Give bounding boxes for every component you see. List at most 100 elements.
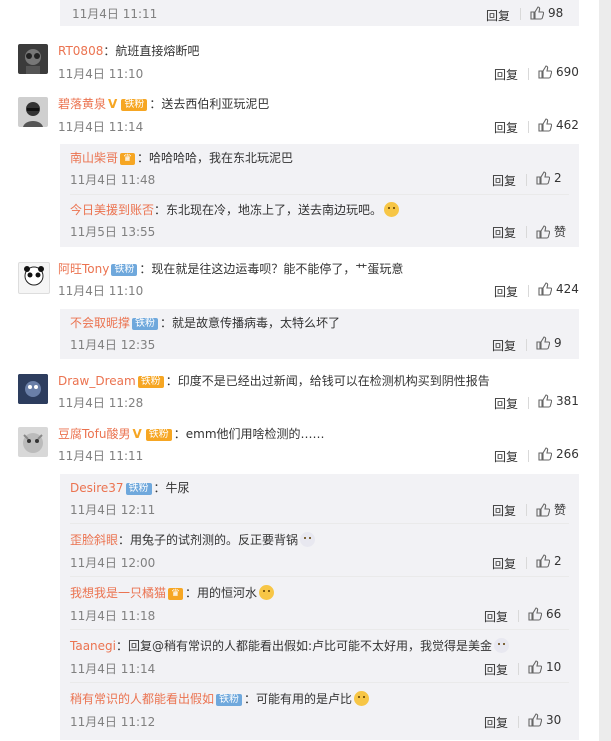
comment-author[interactable]: Draw_Dream (58, 374, 136, 388)
reply-button[interactable]: 回复 (484, 714, 508, 731)
reply-item: 11月4日 11:11 回复 98 (60, 0, 579, 26)
colon: ： (139, 262, 152, 276)
colon: ： (149, 97, 162, 111)
like-count: 30 (546, 713, 562, 727)
colon: ： (244, 692, 257, 706)
colon: ： (154, 203, 167, 217)
avatar[interactable] (18, 374, 48, 404)
reply-button[interactable]: 回复 (486, 7, 510, 24)
divider (528, 285, 529, 297)
reply-button[interactable]: 回复 (484, 661, 508, 678)
comment-text: 送去西伯利亚玩泥巴 (161, 97, 270, 111)
colon: ： (103, 44, 116, 58)
comment-text: emm他们用啥检测的…… (185, 427, 325, 441)
comment-time: 11月4日 11:10 (58, 284, 144, 298)
comment-author[interactable]: 豆腐Tofu酸男 (58, 427, 130, 441)
comment-author[interactable]: 碧落黄泉 (58, 97, 106, 111)
avatar[interactable] (18, 262, 50, 294)
like-button[interactable]: 赞 (536, 223, 566, 240)
thumb-up-icon (538, 65, 552, 79)
comment-time: 11月4日 11:28 (58, 396, 144, 410)
like-button[interactable]: 424 (538, 282, 579, 296)
comment-author[interactable]: 阿旺Tony (58, 262, 109, 276)
fan-badge-icon: ♛ (120, 153, 135, 165)
comment-author[interactable]: RT0808 (58, 44, 103, 58)
thumb-up-icon (528, 607, 542, 621)
like-count: 10 (546, 660, 562, 674)
fan-badge: 铁粉 (145, 429, 172, 441)
like-button[interactable]: 66 (528, 607, 561, 621)
like-count: 2 (554, 171, 562, 185)
reply-author[interactable]: Desire37 (70, 481, 124, 495)
emoji-icon (494, 638, 510, 653)
like-button[interactable]: 266 (538, 447, 579, 461)
comment-item: 碧落黄泉 V 铁粉 ：送去西伯利亚玩泥巴 11月4日 11:14 回复 462 (0, 93, 590, 141)
reply-divider (70, 576, 569, 577)
like-count: 2 (554, 554, 562, 568)
reply-author[interactable]: 歪脸斜眼 (70, 533, 118, 547)
reply-time: 11月4日 11:14 (70, 662, 156, 676)
comment-item: 豆腐Tofu酸男 V 铁粉 ：emm他们用啥检测的…… 11月4日 11:11 回复 … (0, 423, 590, 471)
reply-author[interactable]: 南山柴哥 (70, 151, 118, 165)
thumb-up-icon (530, 6, 544, 20)
divider (526, 174, 527, 186)
reply-list: 南山柴哥 ♛ ： 哈哈哈哈，我在东北玩泥巴 11月4日 11:48 回复 2 今日美援… (60, 144, 579, 247)
comment-text: 现在就是往这边运毒呗？能不能停了，艹蛋玩意 (151, 262, 404, 276)
divider (518, 610, 519, 622)
reply-button[interactable]: 回复 (492, 502, 516, 519)
reply-button[interactable]: 回复 (492, 224, 516, 241)
reply-text: 用兔子的试剂测的。反正要背锅 (130, 533, 299, 547)
reply-button[interactable]: 回复 (492, 337, 516, 354)
like-button[interactable]: 2 (536, 171, 562, 185)
reply-button[interactable]: 回复 (494, 283, 518, 300)
avatar[interactable] (18, 44, 48, 74)
comment-item: RT0808：航班直接熔断吧 11月4日 11:10 回复 690 (0, 40, 590, 88)
fan-badge: 铁粉 (125, 483, 152, 495)
comment-text: 航班直接熔断吧 (115, 44, 200, 58)
divider (518, 663, 519, 675)
reply-list: Desire37 铁粉 ：牛尿 11月4日 12:11 回复 赞 歪脸斜眼：用兔子的… (60, 474, 579, 740)
like-button[interactable]: 462 (538, 118, 579, 132)
divider (526, 557, 527, 569)
divider (528, 121, 529, 133)
reply-button[interactable]: 回复 (484, 608, 508, 625)
like-button[interactable]: 690 (538, 65, 579, 79)
reply-author[interactable]: 稍有常识的人都能看出假如 (70, 692, 214, 706)
reply-button[interactable]: 回复 (494, 66, 518, 83)
avatar[interactable] (18, 427, 48, 457)
avatar[interactable] (18, 97, 48, 127)
reply-button[interactable]: 回复 (494, 119, 518, 136)
like-button[interactable]: 2 (536, 554, 562, 568)
fan-badge: 铁粉 (216, 694, 243, 706)
reply-author[interactable]: Taanegi (70, 639, 116, 653)
like-button[interactable]: 98 (530, 6, 563, 20)
reply-time: 11月4日 11:48 (70, 173, 156, 187)
like-count: 690 (556, 65, 579, 79)
reply-button[interactable]: 回复 (492, 172, 516, 189)
reply-text: 回复@稍有常识的人都能看出假如:卢比可能不太好用，我觉得是美金 (128, 639, 493, 653)
comment-item: Draw_Dream 铁粉 ：印度不是已经出过新闻，给钱可以在检测机构买到阴性报告 … (0, 370, 590, 418)
reply-author[interactable]: 不会取昵撑 (70, 316, 130, 330)
colon: ： (118, 533, 131, 547)
reply-text: 哈哈哈哈，我在东北玩泥巴 (149, 151, 294, 165)
like-button[interactable]: 381 (538, 394, 579, 408)
reply-button[interactable]: 回复 (494, 448, 518, 465)
thumb-up-icon (538, 118, 552, 132)
reply-author[interactable]: 我想我是一只橘猫 (70, 586, 166, 600)
reply-time: 11月4日 12:35 (70, 338, 156, 352)
colon: ： (165, 374, 178, 388)
like-button[interactable]: 9 (536, 336, 562, 350)
like-button[interactable]: 30 (528, 713, 561, 727)
scrollbar[interactable] (599, 0, 611, 741)
like-button[interactable]: 10 (528, 660, 561, 674)
colon: ： (153, 481, 166, 495)
like-count: 266 (556, 447, 579, 461)
divider (520, 8, 521, 20)
like-button[interactable]: 赞 (536, 501, 566, 518)
comment-time: 11月4日 11:11 (58, 449, 144, 463)
reply-button[interactable]: 回复 (494, 395, 518, 412)
fan-badge: 铁粉 (132, 318, 159, 330)
reply-button[interactable]: 回复 (492, 555, 516, 572)
thumb-up-icon (536, 502, 550, 517)
reply-author[interactable]: 今日美援到账否 (70, 203, 154, 217)
